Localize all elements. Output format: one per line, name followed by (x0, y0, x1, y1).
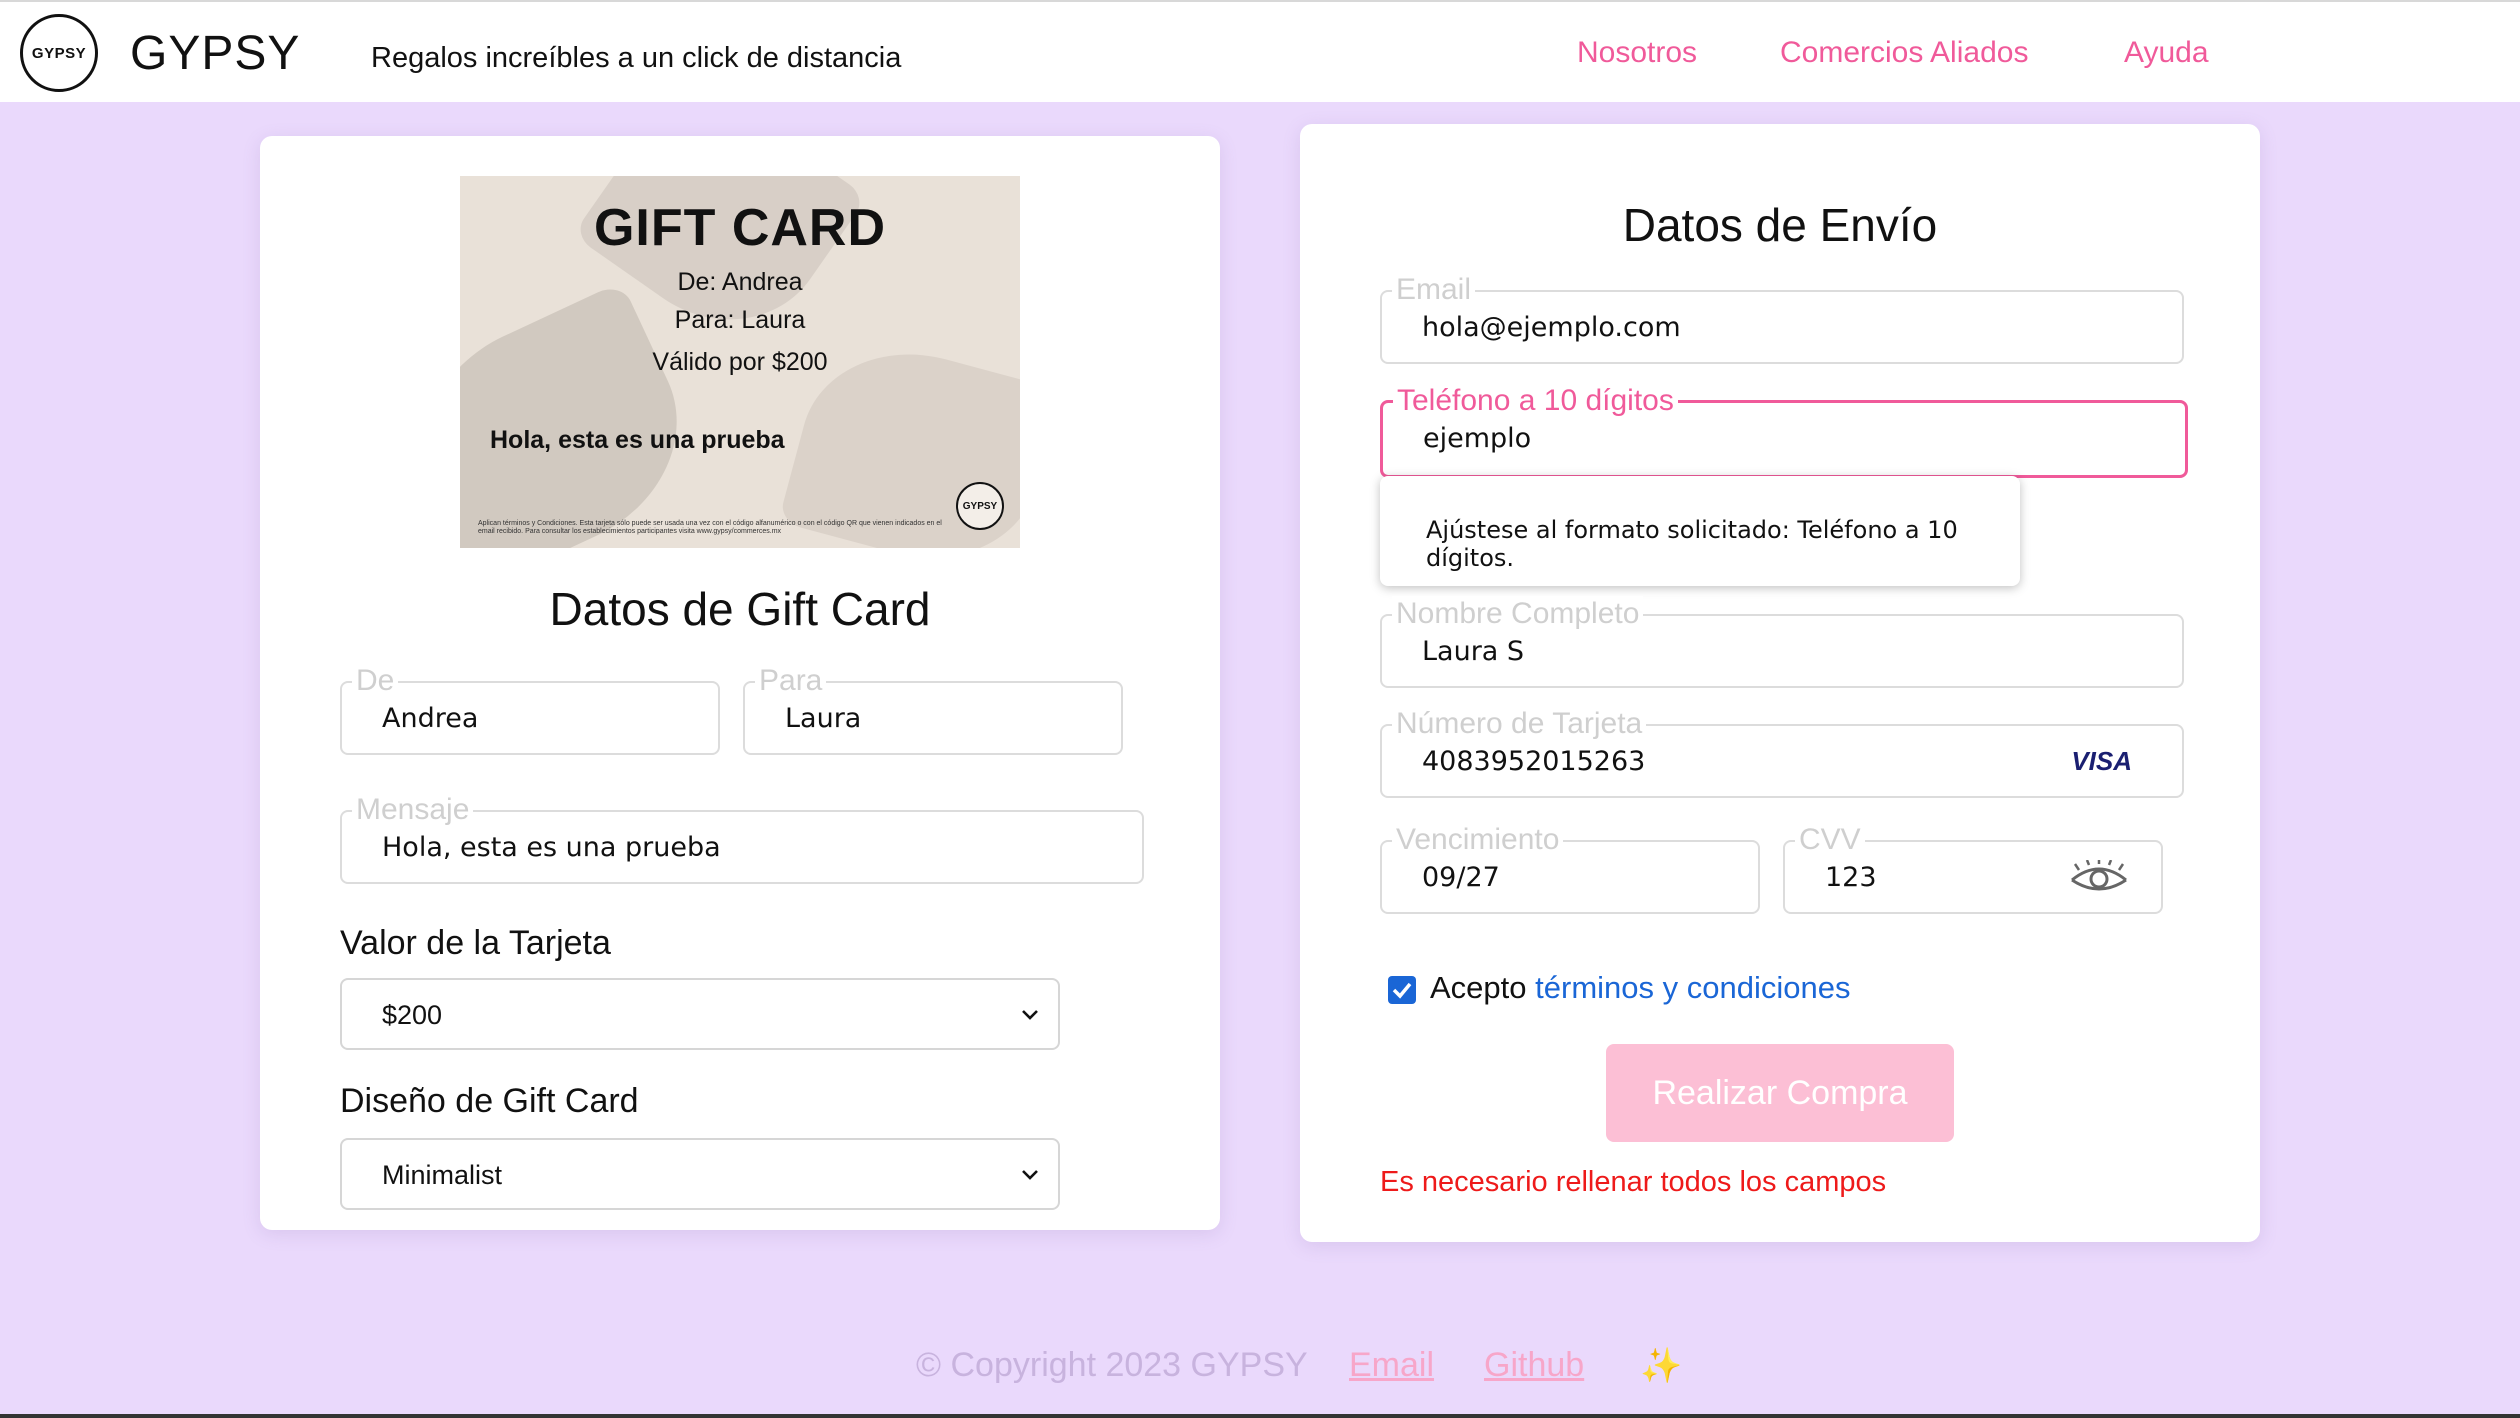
expiry-label: Vencimiento (1392, 822, 1564, 858)
preview-message: Hola, esta es una prueba (490, 426, 785, 454)
message-field[interactable]: Mensaje Hola, esta es una prueba (340, 792, 1144, 884)
preview-logo: GYPSY (956, 482, 1004, 530)
bottom-divider (0, 1414, 2520, 1418)
footer-github-link[interactable]: Github (1484, 1346, 1584, 1385)
card-number-field[interactable]: Número de Tarjeta 4083952015263 VISA (1380, 706, 2184, 798)
submit-purchase-button[interactable]: Realizar Compra (1606, 1044, 1954, 1142)
footer-copyright: © Copyright 2023 GYPSY (916, 1346, 1308, 1384)
design-label: Diseño de Gift Card (340, 1082, 639, 1120)
cvv-label: CVV (1795, 822, 1865, 858)
card-value-label: Valor de la Tarjeta (340, 924, 611, 962)
full-name-label: Nombre Completo (1392, 596, 1644, 632)
card-number-value: 4083952015263 (1422, 746, 1646, 777)
design-select[interactable]: Minimalist (340, 1138, 1060, 1210)
card-value-selected: $200 (382, 1000, 443, 1030)
to-value: Laura (785, 703, 862, 734)
full-name-field[interactable]: Nombre Completo Laura S (1380, 596, 2184, 688)
design-selected: Minimalist (382, 1160, 503, 1190)
brand-name[interactable]: GYPSY (130, 26, 300, 81)
to-label: Para (755, 663, 827, 699)
cvv-field[interactable]: CVV 123 (1783, 822, 2163, 914)
terms-checkbox[interactable] (1388, 976, 1416, 1004)
nav-link-ayuda[interactable]: Ayuda (2124, 36, 2209, 70)
eye-icon[interactable] (2069, 860, 2129, 896)
card-value-select[interactable]: $200 (340, 978, 1060, 1050)
to-field[interactable]: Para Laura (743, 663, 1123, 755)
preview-to: Para: Laura (674, 306, 806, 334)
validation-tooltip: Ajústese al formato solicitado: Teléfono… (1380, 476, 2020, 586)
full-name-value: Laura S (1422, 636, 1525, 667)
visa-logo-icon: VISA (2071, 746, 2132, 776)
from-label: De (352, 663, 399, 699)
sparkle-icon: ✨ (1640, 1347, 1683, 1385)
tagline: Regalos increíbles a un click de distanc… (371, 42, 902, 74)
nav-link-nosotros[interactable]: Nosotros (1577, 36, 1697, 70)
expiry-field[interactable]: Vencimiento 09/27 (1380, 822, 1760, 914)
message-value: Hola, esta es una prueba (382, 832, 721, 863)
gypsy-logo[interactable]: GYPSY (20, 14, 98, 92)
validation-tooltip-text: Ajústese al formato solicitado: Teléfono… (1426, 516, 1958, 572)
footer-email-link[interactable]: Email (1349, 1346, 1434, 1385)
preview-value: Válido por $200 (652, 348, 828, 376)
top-navbar: GYPSY GYPSY Regalos increíbles a un clic… (0, 0, 2520, 102)
phone-value: ejemplo (1423, 423, 1532, 454)
phone-field[interactable]: Teléfono a 10 dígitos ejemplo (1380, 383, 2188, 478)
cvv-value: 123 (1825, 862, 1877, 893)
phone-label: Teléfono a 10 dígitos (1393, 383, 1678, 419)
preview-from: De: Andrea (677, 268, 803, 296)
checkmark-icon (1392, 982, 1412, 999)
gift-form-title: Datos de Gift Card (549, 583, 931, 635)
terms-prefix: Acepto (1430, 970, 1527, 1005)
shipping-panel: Datos de Envío Email hola@ejemplo.com Te… (1300, 124, 2260, 1242)
expiry-value: 09/27 (1422, 862, 1500, 893)
email-field[interactable]: Email hola@ejemplo.com (1380, 272, 2184, 364)
card-number-label: Número de Tarjeta (1392, 706, 1647, 742)
chevron-down-icon (1022, 1010, 1038, 1020)
terms-link[interactable]: términos y condiciones (1535, 970, 1850, 1005)
preview-title: GIFT CARD (593, 199, 887, 257)
shipping-title: Datos de Envío (1622, 199, 1938, 251)
preview-fine-print: Aplican términos y Condiciones. Esta tar… (478, 520, 942, 535)
email-label: Email (1392, 272, 1476, 308)
gift-card-panel: GIFT CARD De: Andrea Para: Laura Válido … (260, 136, 1220, 1230)
nav-link-comercios-aliados[interactable]: Comercios Aliados (1780, 36, 2028, 70)
terms-text: Acepto términos y condiciones (1430, 970, 1850, 1006)
email-value: hola@ejemplo.com (1422, 312, 1681, 343)
chevron-down-icon (1022, 1170, 1038, 1180)
message-label: Mensaje (352, 792, 474, 828)
error-message: Es necesario rellenar todos los campos (1380, 1166, 1887, 1198)
gift-card-preview: GIFT CARD De: Andrea Para: Laura Válido … (460, 176, 1020, 548)
from-value: Andrea (382, 703, 479, 734)
from-field[interactable]: De Andrea (340, 663, 720, 755)
